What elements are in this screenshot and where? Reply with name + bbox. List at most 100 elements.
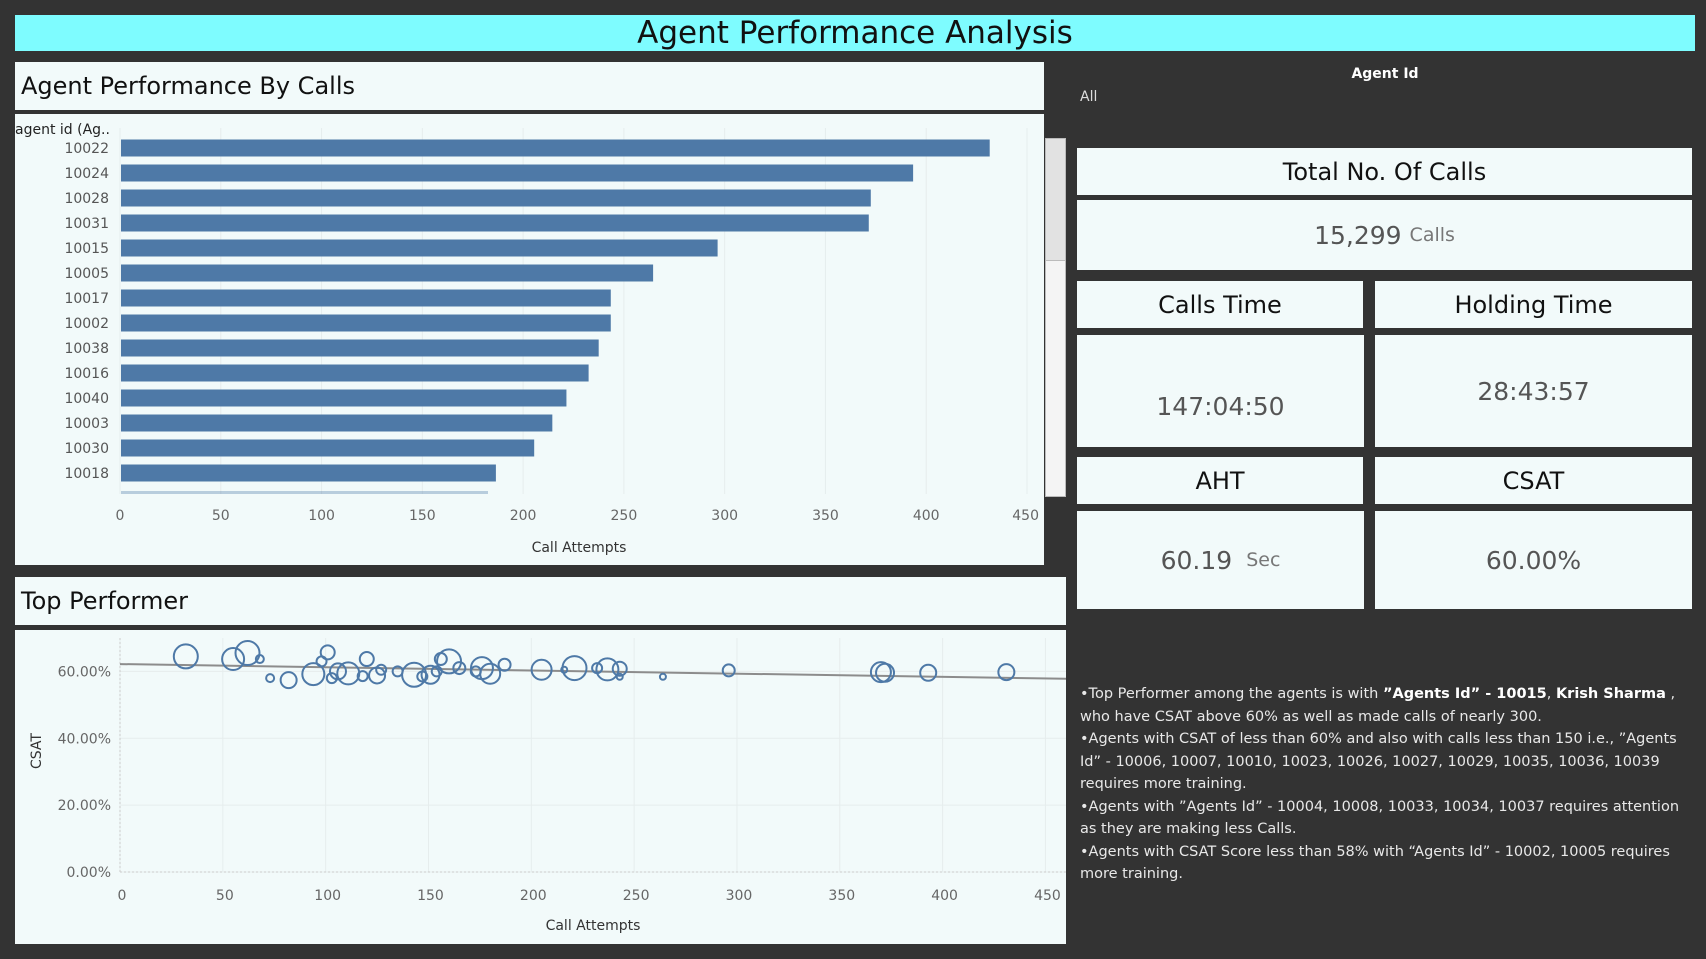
bar-category-label: 10030 <box>64 441 109 457</box>
agent-id-filter-value[interactable]: All <box>1080 89 1097 105</box>
bar-x-tick: 400 <box>913 508 940 524</box>
scatter-x-tick: 50 <box>216 888 234 904</box>
bar-category-label: 10018 <box>64 466 109 482</box>
agent-id-filter-label: Agent Id <box>1351 66 1419 82</box>
scatter-point <box>721 663 736 678</box>
scatter-chart-panel: 0.00% 20.00% 40.00% 60.00% 0 50 100 150 200 250 30… <box>15 630 1067 944</box>
csat-value: 60.00% <box>1485 545 1582 575</box>
scatter-y-tick: 40.00% <box>58 731 111 747</box>
bar-category-label: 10002 <box>64 316 109 332</box>
scatter-point <box>658 672 667 681</box>
scatter-point <box>595 657 620 682</box>
aht-label: AHT <box>1077 457 1363 504</box>
calls-time-card: 147:04:50 <box>1077 335 1364 447</box>
holding-time-label: Holding Time <box>1375 281 1692 328</box>
calls-time-value: 147:04:50 <box>1156 391 1285 421</box>
csat-label: CSAT <box>1375 457 1692 504</box>
bar-x-tick: 100 <box>308 508 335 524</box>
bar-category-label: 10028 <box>64 191 109 207</box>
scatter-x-tick: 250 <box>623 888 650 904</box>
bar-10017 <box>121 289 611 307</box>
total-calls-unit: Calls <box>1409 224 1455 246</box>
bar-category-label: 10016 <box>64 366 109 382</box>
bar-x-tick: 0 <box>116 508 125 524</box>
bar-chart-panel: agent id (Ag.. 10022 10024 10028 10031 10015 1… <box>15 114 1044 565</box>
scatter-x-tick: 200 <box>520 888 547 904</box>
scatter-point <box>497 657 512 672</box>
aht-unit: Sec <box>1246 549 1281 571</box>
bar-category-label: 10005 <box>64 266 109 282</box>
bar-10031 <box>121 214 869 232</box>
bar-x-tick: 200 <box>510 508 537 524</box>
bar-category-label: 10024 <box>64 166 109 182</box>
bar-10005 <box>121 264 654 282</box>
dashboard-title: Agent Performance Analysis <box>637 15 1073 51</box>
aht-card: 60.19 Sec <box>1077 511 1364 609</box>
bar-10002 <box>121 314 611 332</box>
scatter-point <box>358 651 375 668</box>
bar-10018 <box>121 464 496 482</box>
insights-text: •Top Performer among the agents is with … <box>1080 683 1692 886</box>
total-calls-value: 15,299 <box>1314 220 1402 250</box>
bar-10003 <box>121 414 553 432</box>
bar-x-tick: 50 <box>212 508 230 524</box>
scatter-point <box>919 663 938 682</box>
scatter-x-tick: 300 <box>726 888 753 904</box>
bar-x-tick: 250 <box>611 508 638 524</box>
total-calls-label: Total No. Of Calls <box>1077 148 1692 195</box>
bar-chart-scroll-thumb[interactable] <box>1046 139 1065 261</box>
total-calls-card: 15,299 Calls <box>1077 200 1692 270</box>
bar-chart: agent id (Ag.. 10022 10024 10028 10031 10015 1… <box>15 122 1039 556</box>
bar-x-tick: 450 <box>1012 508 1039 524</box>
bar-10016 <box>121 364 589 382</box>
scatter-point <box>265 673 276 684</box>
insight-2: •Agents with CSAT of less than 60% and a… <box>1080 731 1677 792</box>
scatter-y-tick: 60.00% <box>58 664 111 680</box>
dashboard-header: Agent Performance Analysis <box>15 15 1695 51</box>
bar-10024 <box>121 164 914 182</box>
scatter-x-tick: 100 <box>314 888 341 904</box>
bar-category-label: 10040 <box>64 391 109 407</box>
bar-10028 <box>121 189 871 207</box>
scatter-chart: 0.00% 20.00% 40.00% 60.00% 0 50 100 150 200 250 30… <box>29 638 1067 934</box>
scatter-panel-title: Top Performer <box>15 577 1066 625</box>
bar-x-tick: 300 <box>711 508 738 524</box>
scatter-point <box>336 661 361 686</box>
bar-10015 <box>121 239 718 257</box>
bar-category-label: 10031 <box>64 216 109 232</box>
scatter-point <box>479 662 502 685</box>
scatter-y-axis-title: CSAT <box>29 733 45 769</box>
bar-axis-header: agent id (Ag.. <box>15 122 110 138</box>
scatter-x-tick: 0 <box>118 888 127 904</box>
bar-10022 <box>121 139 990 157</box>
bar-panel-title: Agent Performance By Calls <box>15 62 1044 110</box>
insight-3: •Agents with ”Agents Id” - 10004, 10008,… <box>1080 798 1680 838</box>
insight-4: •Agents with CSAT Score less than 58% wi… <box>1080 843 1670 883</box>
bar-category-label: 10038 <box>64 341 109 357</box>
scatter-x-tick: 150 <box>417 888 444 904</box>
bar-category-label: 10017 <box>64 291 109 307</box>
aht-value: 60.19 <box>1160 545 1233 575</box>
bar-category-label: 10022 <box>64 141 109 157</box>
bar-x-axis-title: Call Attempts <box>532 540 627 556</box>
csat-card: 60.00% <box>1375 511 1692 609</box>
bar-x-tick: 150 <box>409 508 436 524</box>
scatter-x-axis-title: Call Attempts <box>546 918 641 934</box>
bar-10030 <box>121 439 535 457</box>
scatter-x-tick: 400 <box>931 888 958 904</box>
calls-time-label: Calls Time <box>1077 281 1363 328</box>
scatter-point <box>615 672 624 681</box>
scatter-y-tick: 0.00% <box>67 865 111 881</box>
scatter-point <box>279 671 298 690</box>
scatter-x-tick: 450 <box>1034 888 1061 904</box>
bar-x-tick: 350 <box>812 508 839 524</box>
holding-time-card: 28:43:57 <box>1375 335 1692 447</box>
holding-time-value: 28:43:57 <box>1477 376 1590 406</box>
scatter-x-tick: 350 <box>828 888 855 904</box>
bar-10038 <box>121 339 599 357</box>
bar-category-label: 10015 <box>64 241 109 257</box>
bar-next-row-edge <box>121 491 488 494</box>
bar-category-label: 10003 <box>64 416 109 432</box>
insight-1: •Top Performer among the agents is with … <box>1080 686 1676 725</box>
bar-10040 <box>121 389 567 407</box>
